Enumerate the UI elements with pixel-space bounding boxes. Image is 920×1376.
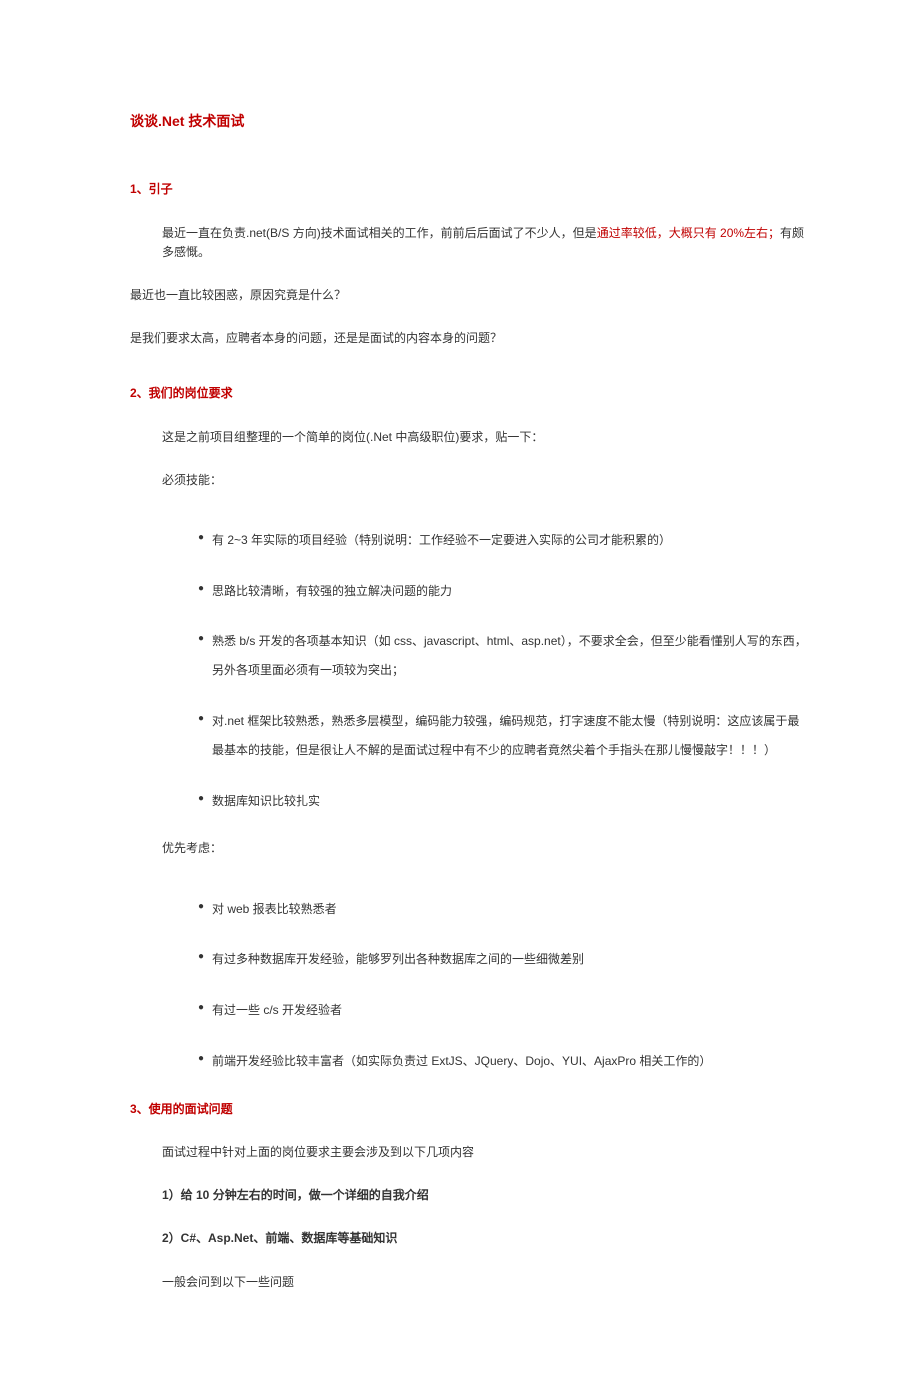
intro-paragraph-3: 是我们要求太高，应聘者本身的问题，还是是面试的内容本身的问题？: [130, 329, 810, 348]
job-req-intro: 这是之前项目组整理的一个简单的岗位(.Net 中高级职位)要求，贴一下：: [130, 428, 810, 447]
section-head-3: 3、使用的面试问题: [130, 1100, 810, 1119]
pref-label: 优先考虑：: [130, 839, 810, 858]
list-item: 对 web 报表比较熟悉者: [198, 895, 810, 924]
highlight-text: 通过率较低，大概只有 20%左右；: [597, 226, 780, 240]
list-item: 思路比较清晰，有较强的独立解决问题的能力: [198, 577, 810, 606]
interview-q1: 1）给 10 分钟左右的时间，做一个详细的自我介绍: [130, 1186, 810, 1205]
must-skills-label: 必须技能：: [130, 471, 810, 490]
list-item: 有过多种数据库开发经验，能够罗列出各种数据库之间的一些细微差别: [198, 945, 810, 974]
must-skills-list: 有 2~3 年实际的项目经验（特别说明：工作经验不一定要进入实际的公司才能积累的…: [130, 526, 810, 816]
page-title: 谈谈.Net 技术面试: [130, 110, 810, 132]
list-item: 数据库知识比较扎实: [198, 787, 810, 816]
intro-paragraph-1: 最近一直在负责.net(B/S 方向)技术面试相关的工作，前前后后面试了不少人，…: [130, 224, 810, 262]
interview-intro: 面试过程中针对上面的岗位要求主要会涉及到以下几项内容: [130, 1143, 810, 1162]
list-item: 前端开发经验比较丰富者（如实际负责过 ExtJS、JQuery、Dojo、YUI…: [198, 1047, 810, 1076]
list-item: 对.net 框架比较熟悉，熟悉多层模型，编码能力较强，编码规范，打字速度不能太慢…: [198, 707, 810, 765]
section-head-1: 1、引子: [130, 180, 810, 199]
interview-q2-note: 一般会问到以下一些问题: [130, 1273, 810, 1292]
document-page: 谈谈.Net 技术面试 1、引子 最近一直在负责.net(B/S 方向)技术面试…: [0, 0, 920, 1376]
pref-list: 对 web 报表比较熟悉者 有过多种数据库开发经验，能够罗列出各种数据库之间的一…: [130, 895, 810, 1076]
interview-q2: 2）C#、Asp.Net、前端、数据库等基础知识: [130, 1229, 810, 1248]
section-head-2: 2、我们的岗位要求: [130, 384, 810, 403]
list-item: 有 2~3 年实际的项目经验（特别说明：工作经验不一定要进入实际的公司才能积累的…: [198, 526, 810, 555]
intro-paragraph-2: 最近也一直比较困惑，原因究竟是什么？: [130, 286, 810, 305]
list-item: 有过一些 c/s 开发经验者: [198, 996, 810, 1025]
list-item: 熟悉 b/s 开发的各项基本知识（如 css、javascript、html、a…: [198, 627, 810, 685]
text: 最近一直在负责.net(B/S 方向)技术面试相关的工作，前前后后面试了不少人，…: [162, 226, 597, 240]
